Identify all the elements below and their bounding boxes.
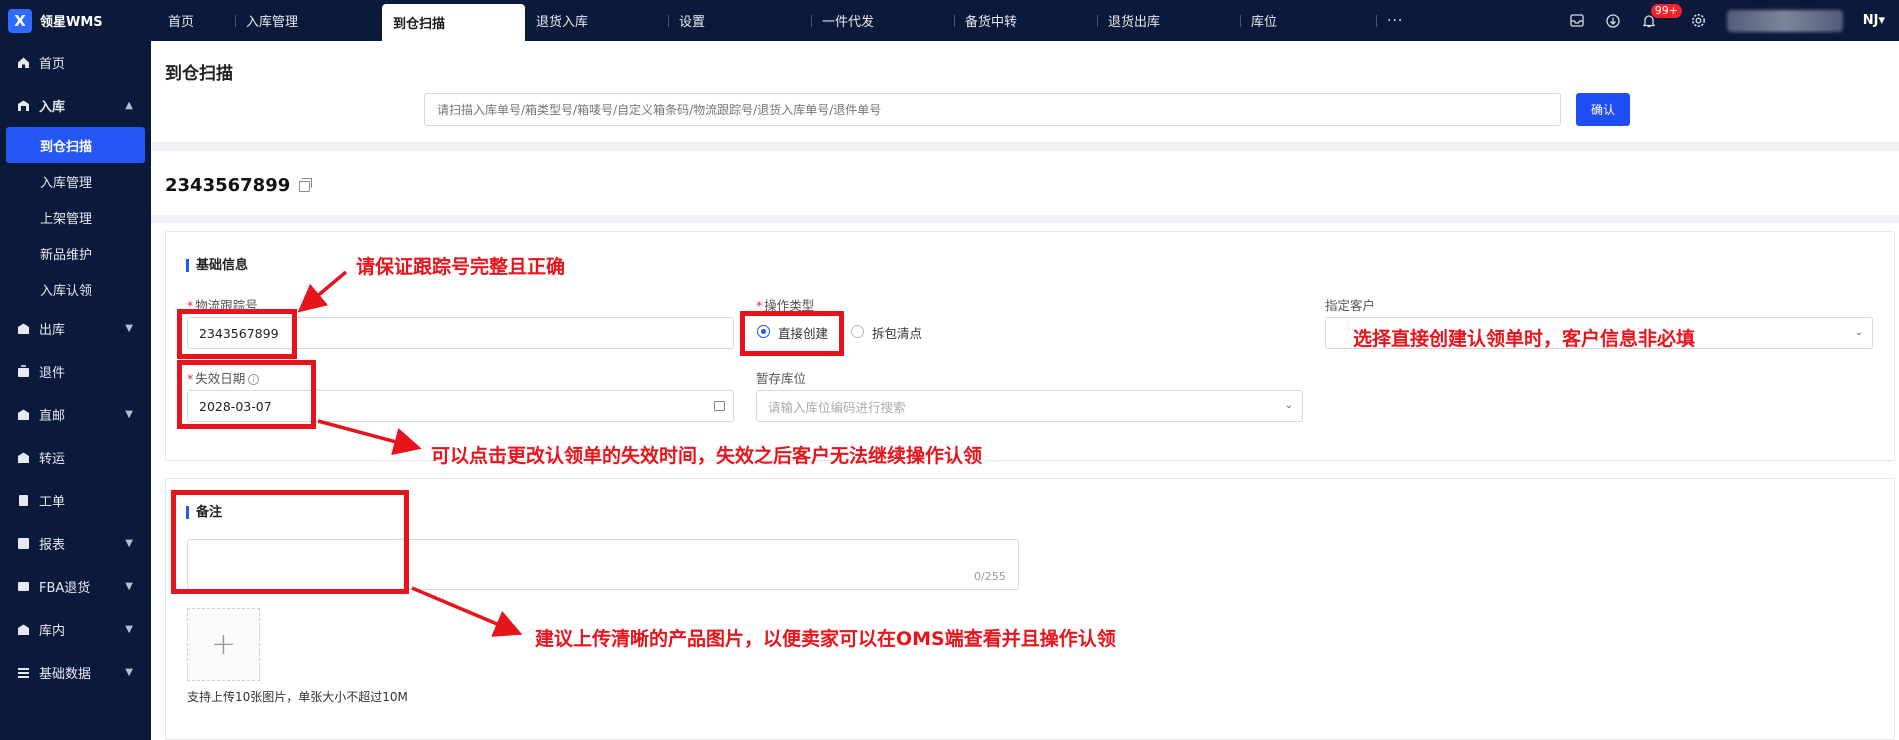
inbound-icon: [16, 99, 30, 113]
upload-hint: 支持上传10张图片，单张大小不超过10M: [187, 690, 408, 704]
note-customer: 选择直接创建认领单时，客户信息非必填: [1353, 328, 1696, 350]
nav-return-outbound[interactable]: 退货出库: [1097, 0, 1240, 41]
radio-unpack-count[interactable]: [851, 325, 864, 338]
scan-panel: 到仓扫描 确认: [151, 41, 1899, 142]
chevron-down-icon: ▼: [125, 538, 133, 549]
chevron-down-icon: ▼: [125, 409, 133, 420]
sidebar-item-inbound[interactable]: 入库 ▲: [0, 84, 151, 127]
bell-icon[interactable]: 99+: [1641, 3, 1682, 29]
remarks-card: 备注: [165, 478, 1895, 740]
tracking-number-field[interactable]: 2343567899: [187, 317, 734, 349]
nav-home[interactable]: 首页: [157, 0, 235, 41]
char-counter: 0/255: [974, 570, 1006, 583]
work-order-icon: [16, 494, 30, 508]
user-account[interactable]: [1726, 9, 1843, 32]
sidebar-item-transfer[interactable]: 转运: [0, 436, 151, 479]
top-nav: 首页 入库管理 到仓扫描 退货入库 设置 一件代发 备货中转 退货出库 库位 ·…: [157, 0, 1416, 41]
confirm-button[interactable]: 确认: [1576, 93, 1630, 126]
top-bar: X 领星WMS 首页 入库管理 到仓扫描 退货入库 设置 一件代发 备货中转 退…: [0, 0, 1899, 41]
tracking-label: * 物流跟踪号: [187, 298, 258, 313]
temp-location-label: 暂存库位: [756, 371, 807, 386]
expiry-date-field[interactable]: 2028-03-07: [187, 390, 734, 422]
chevron-down-icon: ▼: [125, 323, 133, 334]
report-icon: [16, 537, 30, 551]
nav-settings[interactable]: 设置: [668, 0, 811, 41]
sidebar-sub-inbound-claim[interactable]: 入库认领: [0, 271, 151, 307]
base-data-icon: [16, 666, 30, 680]
calendar-icon[interactable]: [714, 401, 725, 411]
chevron-down-icon: ▼: [125, 624, 133, 635]
chevron-down-icon: ⌄: [1284, 400, 1293, 411]
sidebar-sub-arrival-scan[interactable]: 到仓扫描: [6, 127, 145, 163]
info-icon[interactable]: i: [248, 374, 260, 385]
return-icon: [16, 365, 30, 379]
sidebar-item-direct-mail[interactable]: 直邮 ▼: [0, 393, 151, 436]
org-switcher[interactable]: NJ▾: [1863, 13, 1885, 28]
nav-stock-transfer[interactable]: 备货中转: [954, 0, 1097, 41]
sidebar-sub-new-product[interactable]: 新品维护: [0, 235, 151, 271]
nav-more-button[interactable]: ···: [1376, 0, 1416, 41]
remarks-textarea[interactable]: [187, 539, 1019, 590]
plus-icon: +: [210, 627, 237, 662]
chevron-down-icon: ▼: [125, 581, 133, 592]
transfer-icon: [16, 451, 30, 465]
notification-badge: 99+: [1650, 3, 1682, 18]
chevron-up-icon: ▲: [125, 100, 133, 111]
settings-icon[interactable]: [1691, 13, 1707, 29]
app-name: 领星WMS: [40, 15, 103, 30]
home-icon: [16, 56, 30, 70]
expiry-date-label: * 失效日期 i: [187, 368, 260, 387]
scan-input[interactable]: [424, 93, 1561, 126]
warehouse-icon: [16, 623, 30, 637]
operation-type-label: * 操作类型: [756, 298, 815, 313]
inbox-icon[interactable]: [1569, 13, 1585, 29]
page-title: 到仓扫描: [165, 64, 233, 84]
outbound-icon: [16, 322, 30, 336]
basic-info-title: 基础信息: [186, 259, 248, 272]
order-number: 2343567899: [165, 175, 291, 196]
radio-unpack-count-label[interactable]: 拆包清点: [872, 323, 922, 342]
logo-icon: X: [8, 8, 32, 33]
sidebar-item-home[interactable]: 首页: [0, 41, 151, 84]
sidebar-item-fba-return[interactable]: FBA退货 ▼: [0, 565, 151, 608]
nav-arrival-scan[interactable]: 到仓扫描: [382, 4, 525, 41]
sidebar-item-report[interactable]: 报表 ▼: [0, 522, 151, 565]
download-icon[interactable]: [1605, 13, 1621, 29]
temp-location-select[interactable]: 请输入库位编码进行搜索 ⌄: [756, 390, 1303, 422]
fba-return-icon: [16, 580, 30, 594]
image-upload-button[interactable]: +: [187, 608, 260, 681]
sidebar-item-return[interactable]: 退件: [0, 350, 151, 393]
sidebar-sub-inbound-management[interactable]: 入库管理: [0, 163, 151, 199]
note-tracking: 请保证跟踪号完整且正确: [356, 256, 566, 278]
chevron-down-icon: ▼: [125, 667, 133, 678]
sidebar: 首页 入库 ▲ 到仓扫描 入库管理 上架管理 新品维护 入库认领 出库 ▼ 退件…: [0, 41, 151, 740]
sidebar-item-warehouse[interactable]: 库内 ▼: [0, 608, 151, 651]
sidebar-item-outbound[interactable]: 出库 ▼: [0, 307, 151, 350]
nav-dropship[interactable]: 一件代发: [811, 0, 954, 41]
remarks-title: 备注: [186, 506, 222, 519]
copy-icon[interactable]: [299, 178, 312, 192]
note-expiry: 可以点击更改认领单的失效时间，失效之后客户无法继续操作认领: [431, 445, 983, 467]
radio-direct-create[interactable]: [757, 325, 770, 338]
app-logo[interactable]: X 领星WMS: [0, 0, 151, 41]
order-header: 2343567899: [151, 151, 1899, 215]
nav-location[interactable]: 库位: [1240, 0, 1376, 41]
chevron-down-icon: ⌄: [1854, 327, 1863, 338]
customer-label: 指定客户: [1325, 298, 1376, 313]
sidebar-sub-putaway-management[interactable]: 上架管理: [0, 199, 151, 235]
top-right-tools: 99+ NJ▾: [1569, 0, 1899, 41]
sidebar-item-base-data[interactable]: 基础数据 ▼: [0, 651, 151, 694]
note-upload: 建议上传清晰的产品图片，以便卖家可以在OMS端查看并且操作认领: [535, 628, 1116, 650]
nav-return-inbound[interactable]: 退货入库: [525, 0, 668, 41]
sidebar-item-work-order[interactable]: 工单: [0, 479, 151, 522]
radio-direct-create-label[interactable]: 直接创建: [778, 323, 828, 342]
nav-inbound-management[interactable]: 入库管理: [235, 0, 382, 41]
direct-mail-icon: [16, 408, 30, 422]
